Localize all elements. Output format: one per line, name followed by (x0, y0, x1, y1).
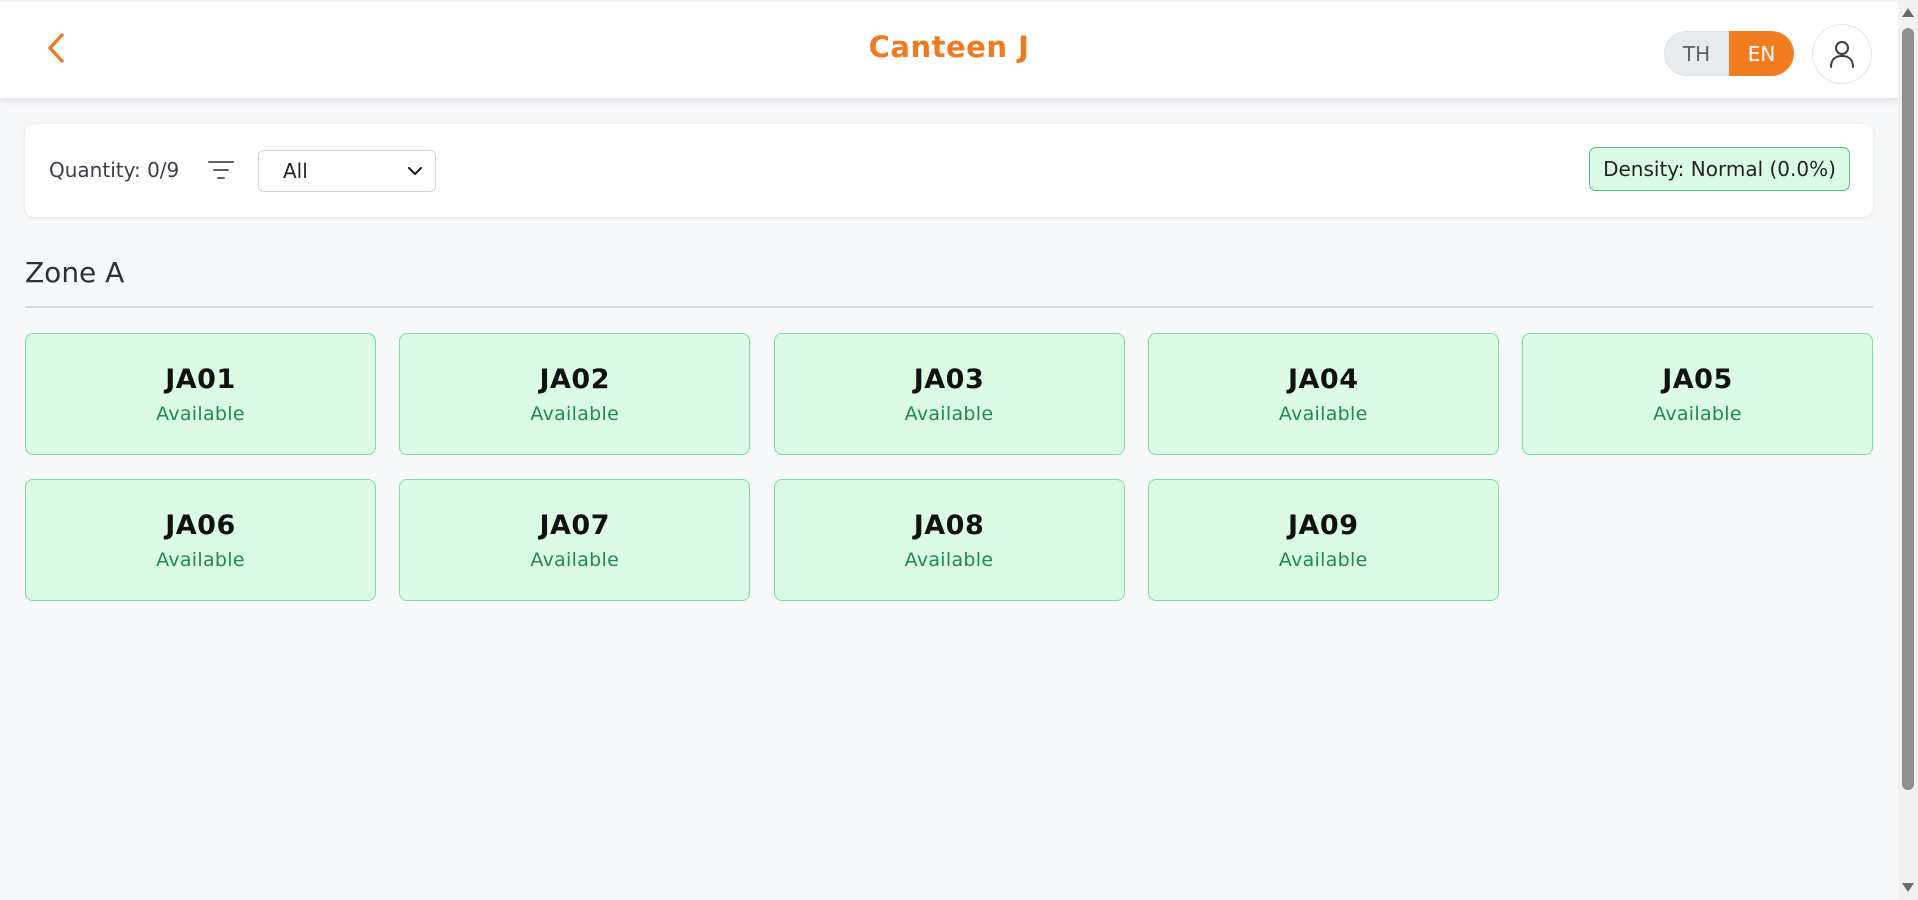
density-badge: Density: Normal (0.0%) (1589, 147, 1850, 191)
top-bar: Canteen J TH EN (0, 2, 1898, 99)
seat-status: Available (904, 402, 994, 425)
seat-status: Available (530, 402, 620, 425)
language-option-th[interactable]: TH (1664, 31, 1729, 76)
seat-code: JA01 (165, 363, 236, 395)
seat-card[interactable]: JA02 Available (399, 333, 751, 455)
seat-card[interactable]: JA03 Available (773, 333, 1125, 455)
zone-title: Zone A (25, 256, 125, 289)
seat-code: JA09 (1287, 509, 1359, 541)
filter-icon (208, 161, 234, 179)
seat-card[interactable]: JA05 Available (1522, 333, 1873, 455)
seat-card[interactable]: JA09 Available (1147, 479, 1499, 601)
scrollbar-thumb[interactable] (1902, 28, 1914, 790)
seat-card[interactable]: JA06 Available (25, 479, 376, 601)
seat-card[interactable]: JA07 Available (399, 479, 751, 601)
seat-code: JA05 (1662, 363, 1733, 395)
seat-grid: JA01 Available JA02 Available JA03 Avail… (25, 333, 1873, 601)
seat-status: Available (530, 548, 620, 571)
app-root: Canteen J TH EN Quantity: 0/9 All Densit… (0, 0, 1898, 900)
seat-status: Available (1653, 402, 1742, 425)
seat-code: JA03 (913, 363, 985, 395)
zone-divider (25, 306, 1873, 308)
seat-card[interactable]: JA01 Available (25, 333, 376, 455)
seat-card[interactable]: JA04 Available (1147, 333, 1499, 455)
language-option-en[interactable]: EN (1729, 31, 1794, 76)
seat-status: Available (156, 402, 245, 425)
filter-button[interactable] (205, 154, 237, 186)
quantity-label: Quantity: 0/9 (49, 158, 180, 182)
page-title: Canteen J (868, 30, 1030, 64)
status-filter-value: All (283, 159, 308, 183)
seat-card[interactable]: JA08 Available (773, 479, 1125, 601)
vertical-scrollbar[interactable] (1898, 0, 1918, 900)
filter-toolbar: Quantity: 0/9 All Density: Normal (0.0%) (25, 124, 1873, 217)
seat-status: Available (156, 548, 245, 571)
seat-code: JA07 (539, 509, 610, 541)
profile-button[interactable] (1812, 24, 1872, 84)
seat-status: Available (1278, 548, 1368, 571)
seat-status: Available (1278, 402, 1368, 425)
scroll-down-arrow-icon[interactable] (1902, 883, 1914, 892)
seat-status: Available (904, 548, 994, 571)
chevron-down-icon (407, 166, 423, 176)
seat-code: JA04 (1287, 363, 1359, 395)
seat-code: JA02 (539, 363, 610, 395)
language-toggle[interactable]: TH EN (1664, 31, 1794, 76)
seat-code: JA08 (913, 509, 985, 541)
status-filter-select[interactable]: All (258, 150, 436, 192)
scroll-up-arrow-icon[interactable] (1902, 8, 1914, 17)
user-icon (1830, 41, 1854, 68)
seat-code: JA06 (165, 509, 236, 541)
